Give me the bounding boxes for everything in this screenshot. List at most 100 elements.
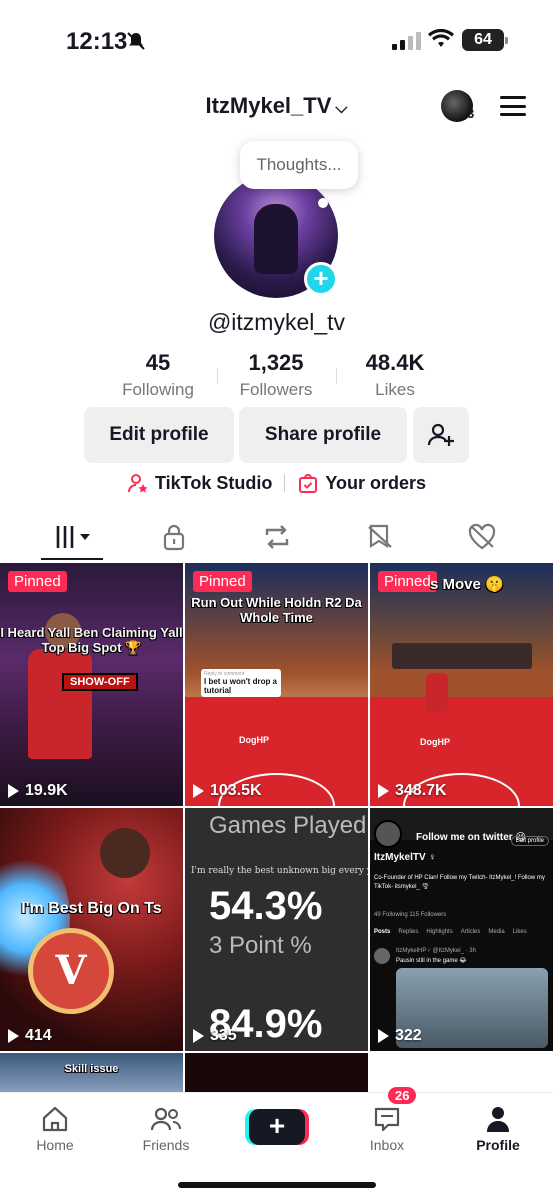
- stat-value: 48.4K: [365, 350, 425, 375]
- home-indicator: [178, 1182, 376, 1188]
- video-caption: I'm Best Big On Ts: [21, 900, 162, 917]
- nav-inbox-label: Inbox: [369, 1137, 405, 1153]
- view-count: 103.5K: [193, 782, 262, 800]
- your-orders-link[interactable]: Your orders: [297, 472, 426, 494]
- signal-icon: [392, 32, 421, 50]
- header-username: ItzMykel_TV: [205, 93, 332, 118]
- tiktok-studio-link[interactable]: TikTok Studio: [127, 472, 272, 494]
- add-friends-button[interactable]: [413, 407, 469, 463]
- orders-label: Your orders: [325, 472, 427, 493]
- status-bar: 12:13 64: [0, 0, 553, 80]
- pinned-badge: Pinned: [378, 571, 437, 592]
- shopping-bag-icon: [299, 474, 318, 493]
- video-thumbnail[interactable]: Skill issue: [0, 1053, 183, 1093]
- silent-bell-icon: [127, 32, 145, 50]
- twitter-banner-text: Follow me on twitter 😉: [416, 832, 526, 843]
- stat-label: Following: [122, 380, 194, 399]
- stats-subline: I'm really the best unknown big every ye…: [191, 866, 368, 876]
- profile-icon: [487, 1107, 509, 1132]
- stat-value: 45: [145, 350, 171, 375]
- view-count: 19.9K: [8, 782, 68, 800]
- tweet-user: ItzMykelHP♀ @ItzMykel_ · 3h: [396, 948, 476, 954]
- tab-liked[interactable]: [462, 522, 502, 552]
- twitter-edit-button: Edit profile: [510, 836, 549, 846]
- video-thumbnail[interactable]: V I'm Best Big On Ts 414: [0, 808, 183, 1051]
- nav-inbox[interactable]: Inbox: [342, 1103, 432, 1153]
- video-sub-label: SHOW-OFF: [62, 673, 138, 691]
- thoughts-bubble[interactable]: Thoughts...: [240, 141, 358, 189]
- videos-grid-icon: [56, 526, 90, 548]
- active-tab-indicator: [41, 558, 103, 560]
- pinned-badge: Pinned: [193, 571, 252, 592]
- thought-tail: [318, 198, 328, 208]
- story-count: 3: [467, 106, 475, 121]
- video-caption: Skill issue: [64, 1063, 119, 1075]
- v-emblem-icon: V: [28, 928, 114, 1014]
- studio-label: TikTok Studio: [154, 472, 273, 493]
- profile-tabs: [0, 514, 553, 562]
- video-thumbnail[interactable]: Pinned I Heard Yall Ben Claiming Yall To…: [0, 563, 183, 806]
- profile-handle: @itzmykel_tv: [207, 309, 346, 335]
- edit-profile-button[interactable]: Edit profile: [84, 407, 234, 463]
- share-profile-button[interactable]: Share profile: [239, 407, 407, 463]
- nav-home-label: Home: [36, 1137, 74, 1153]
- twitter-follow-meta: 49 Following 115 Followers: [374, 912, 447, 918]
- view-count: 414: [8, 1027, 52, 1045]
- play-icon: [8, 1029, 19, 1043]
- add-story-icon[interactable]: +: [304, 262, 338, 296]
- video-thumbnail[interactable]: Follow me on twitter 😉 Edit profile ItzM…: [370, 808, 553, 1051]
- video-thumbnail[interactable]: [185, 1053, 368, 1093]
- stat-label: 3 Point %: [209, 932, 312, 959]
- stat-label: Followers: [239, 380, 313, 399]
- create-button[interactable]: +: [249, 1109, 305, 1145]
- divider: [284, 474, 286, 492]
- nav-home[interactable]: Home: [10, 1103, 100, 1153]
- plus-icon: +: [268, 1110, 286, 1141]
- comment-reply-text: I bet u won't drop a tutorial: [204, 677, 278, 695]
- nav-friends[interactable]: Friends: [121, 1103, 211, 1153]
- comment-reply-card: Reply to comment I bet u won't drop a tu…: [201, 669, 281, 697]
- repost-icon: [265, 525, 289, 549]
- tweet-text: Pausin still in the game 😂: [396, 958, 467, 964]
- chevron-down-icon: ⌵: [335, 100, 348, 117]
- battery-indicator: 64: [462, 29, 508, 51]
- inbox-badge: 26: [388, 1087, 417, 1104]
- lock-icon: [163, 524, 185, 551]
- play-icon: [8, 784, 19, 798]
- wifi-icon: [428, 29, 454, 47]
- play-icon: [193, 784, 204, 798]
- play-icon: [378, 784, 389, 798]
- tab-videos[interactable]: [52, 522, 96, 552]
- heart-hidden-icon: [468, 523, 496, 550]
- home-icon: [42, 1106, 68, 1132]
- tab-private[interactable]: [154, 522, 194, 552]
- friends-icon: [150, 1107, 181, 1131]
- shortcut-row: TikTok Studio Your orders: [0, 472, 553, 494]
- stat-value: 1,325: [248, 350, 304, 375]
- tab-reposts[interactable]: [257, 522, 297, 552]
- twitter-tabs: Posts Replies Highlights Articles Media Likes: [374, 929, 527, 935]
- twitter-name: ItzMykelTV ♀: [374, 852, 436, 863]
- studio-icon: [127, 474, 148, 493]
- video-thumbnail[interactable]: Pinned s Move 🤫 DogHP 348.7K: [370, 563, 553, 806]
- watermark-tag: DogHP: [420, 737, 450, 747]
- play-icon: [193, 1029, 204, 1043]
- video-thumbnail[interactable]: Pinned Run Out While Holdn R2 Da Whole T…: [185, 563, 368, 806]
- add-user-icon: [427, 423, 454, 446]
- video-thumbnail[interactable]: Games Played I'm really the best unknown…: [185, 808, 368, 1051]
- play-icon: [378, 1029, 389, 1043]
- view-count: 322: [378, 1027, 422, 1045]
- stat-percentage: 54.3%: [209, 884, 323, 928]
- stats-title: Games Played: [209, 812, 367, 839]
- stat-following[interactable]: 45 Following: [98, 350, 218, 400]
- stat-likes[interactable]: 48.4K Likes: [335, 350, 455, 400]
- video-caption: I Heard Yall Ben Claiming Yall Top Big S…: [0, 625, 183, 655]
- nav-profile[interactable]: Profile: [453, 1103, 543, 1153]
- stat-followers[interactable]: 1,325 Followers: [216, 350, 336, 400]
- pinned-badge: Pinned: [8, 571, 67, 592]
- bookmark-hidden-icon: [368, 524, 392, 548]
- tab-favorites[interactable]: [360, 522, 400, 552]
- nav-profile-label: Profile: [476, 1137, 520, 1153]
- stat-label: Likes: [375, 380, 415, 399]
- menu-icon[interactable]: [500, 96, 526, 116]
